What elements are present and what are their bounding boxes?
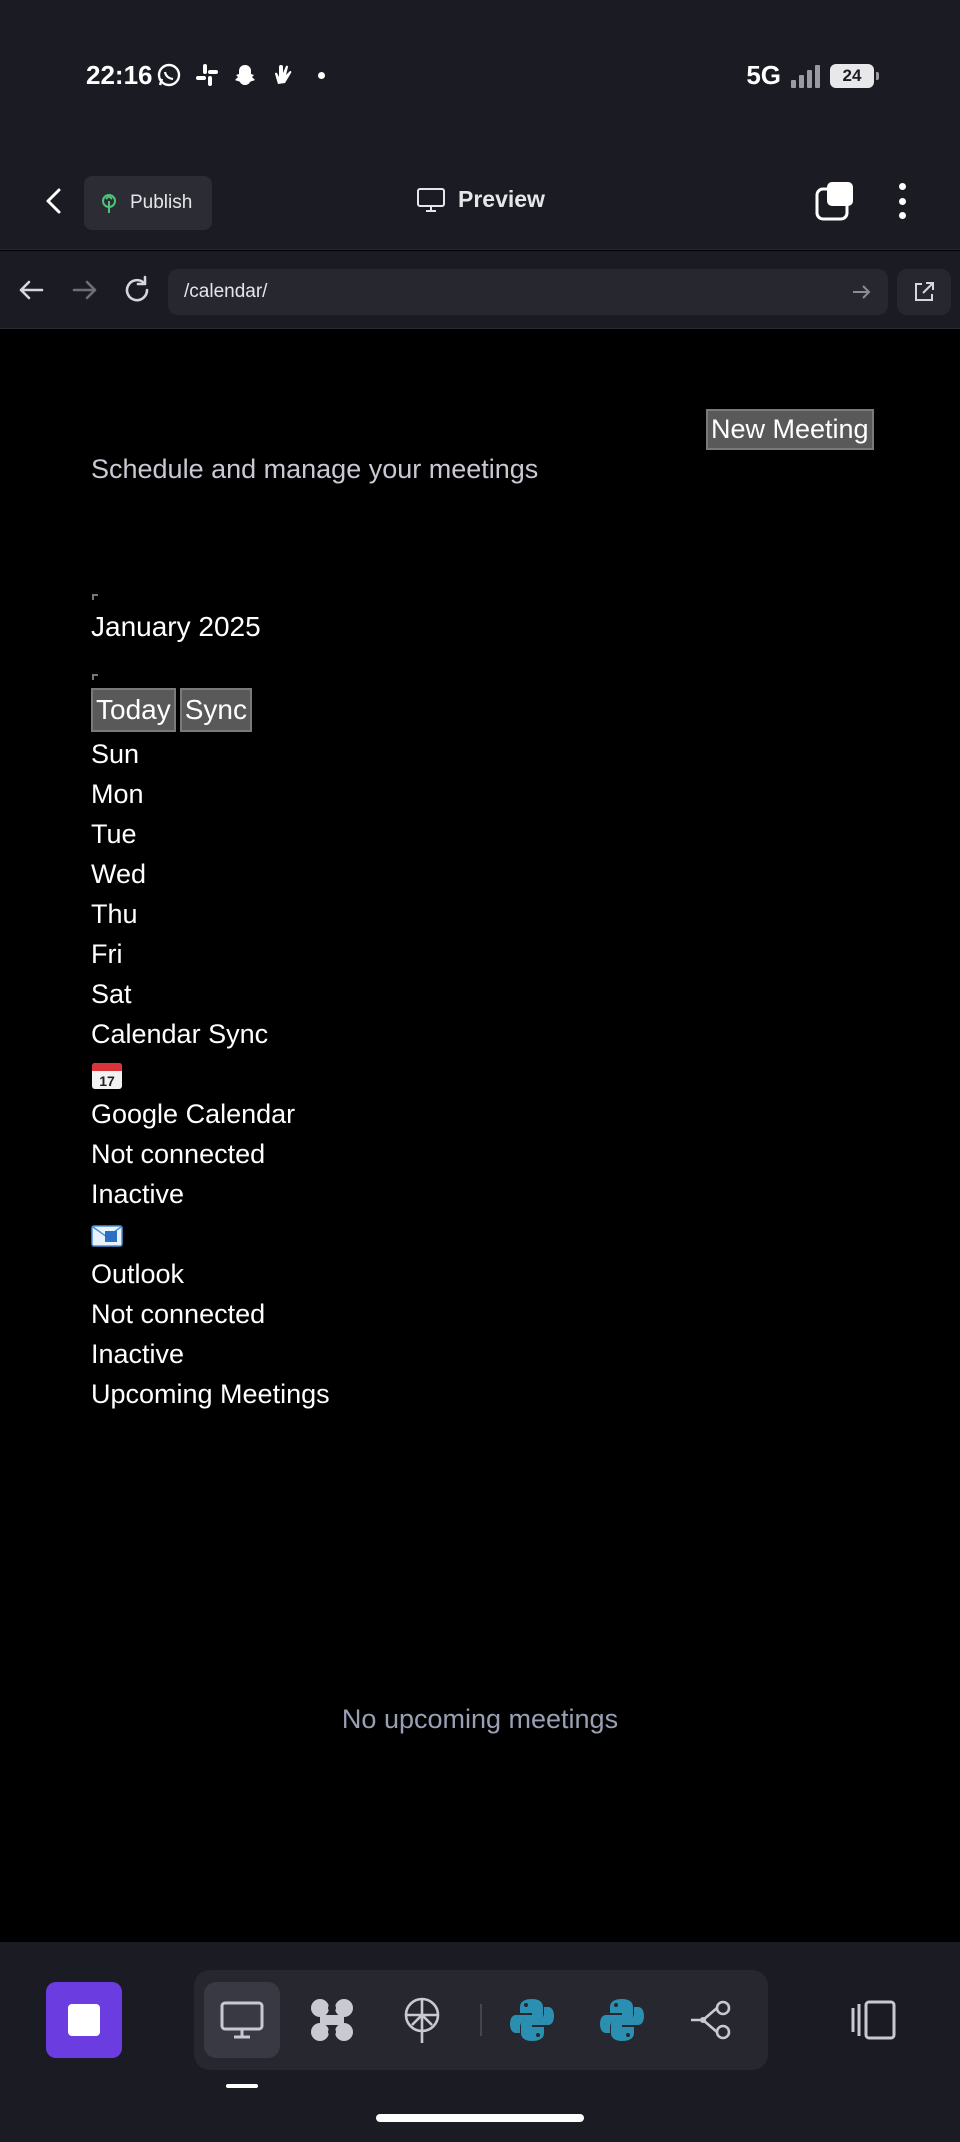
reload-icon[interactable]	[120, 273, 154, 307]
preview-toggle[interactable]: Preview	[416, 186, 545, 213]
url-text: /calendar/	[184, 281, 268, 302]
calendar-actions: Today Sync	[91, 688, 252, 732]
network-type: 5G	[746, 60, 781, 90]
sync-button[interactable]: Sync	[179, 688, 252, 732]
calendar-sync-title: Calendar Sync	[91, 1019, 269, 1049]
workflow-tool[interactable]	[674, 1982, 750, 2058]
prev-month-icon[interactable]	[92, 594, 98, 600]
weekday-thu: Thu	[91, 899, 138, 929]
preview-label: Preview	[458, 186, 545, 212]
back-icon[interactable]	[38, 184, 72, 218]
weekday-sat: Sat	[91, 979, 132, 1009]
system-indicators: 5G 24	[746, 60, 879, 91]
desktop-tool[interactable]	[204, 1982, 280, 2058]
python-tool-2[interactable]	[584, 1982, 660, 2058]
snapchat-icon	[235, 65, 255, 85]
puzzle-icon	[311, 1999, 353, 2041]
empty-state-text: No upcoming meetings	[341, 1704, 619, 1734]
stop-button[interactable]	[46, 1982, 122, 2058]
workflow-icon	[691, 2000, 731, 2040]
hand-icon	[275, 65, 292, 84]
google-calendar-status: Inactive	[91, 1179, 185, 1209]
python-tool-1[interactable]	[494, 1982, 570, 2058]
stop-icon	[68, 2004, 100, 2036]
notification-icons	[156, 62, 325, 88]
bottom-toolbar	[0, 1942, 960, 2142]
side-panel-icon[interactable]	[850, 1998, 898, 2042]
browser-forward-icon[interactable]	[68, 273, 102, 307]
calendar-icon: 17	[92, 1063, 122, 1089]
new-meeting-button[interactable]: New Meeting	[706, 409, 874, 450]
go-arrow-icon[interactable]	[850, 281, 872, 303]
publish-label: Publish	[130, 192, 193, 213]
app-header: Publish Preview	[0, 150, 960, 250]
weekday-sun: Sun	[91, 739, 140, 769]
svg-text:17: 17	[99, 1073, 115, 1089]
tabs-icon[interactable]	[814, 180, 856, 222]
more-notifications-dot	[318, 71, 325, 79]
outlook-status: Inactive	[91, 1339, 185, 1369]
monitor-icon	[220, 2001, 264, 2039]
page-subtitle: Schedule and manage your meetings	[91, 454, 539, 484]
weekday-fri: Fri	[91, 939, 123, 969]
python-icon	[600, 1999, 644, 2041]
status-bar: 22:16 5G 24	[0, 0, 960, 150]
upcoming-meetings-title: Upcoming Meetings	[91, 1379, 330, 1409]
tool-divider	[480, 2004, 482, 2036]
outlook-connection: Not connected	[91, 1299, 266, 1329]
external-link-icon	[915, 282, 934, 301]
battery-icon: 24	[830, 63, 879, 88]
today-button[interactable]: Today	[91, 688, 176, 732]
deploy-tool[interactable]	[384, 1982, 460, 2058]
slack-icon	[196, 64, 218, 86]
extensions-tool[interactable]	[294, 1982, 370, 2058]
next-month-icon[interactable]	[92, 674, 98, 680]
active-tool-indicator	[226, 2084, 258, 2088]
outlook-name: Outlook	[91, 1259, 185, 1289]
publish-button[interactable]: Publish	[84, 176, 212, 230]
weekday-wed: Wed	[91, 859, 147, 889]
page-content: New Meeting Schedule and manage your mee…	[0, 330, 960, 1942]
url-input[interactable]: /calendar/	[168, 269, 888, 315]
browser-back-icon[interactable]	[14, 273, 48, 307]
signal-icon	[791, 64, 820, 88]
email-icon	[91, 1225, 123, 1247]
url-bar: /calendar/	[0, 251, 960, 329]
google-calendar-connection: Not connected	[91, 1139, 266, 1169]
open-external-button[interactable]	[897, 269, 951, 315]
clock: 22:16	[86, 60, 153, 90]
more-menu-icon[interactable]	[888, 180, 916, 222]
weekday-mon: Mon	[91, 779, 144, 809]
weekday-tue: Tue	[91, 819, 137, 849]
month-label: January 2025	[91, 611, 261, 642]
publish-icon	[102, 194, 116, 213]
antenna-icon	[404, 1997, 440, 2043]
whatsapp-icon	[157, 63, 181, 87]
tool-group	[194, 1970, 768, 2070]
monitor-icon	[417, 187, 445, 212]
home-indicator[interactable]	[376, 2114, 584, 2122]
google-calendar-name: Google Calendar	[91, 1099, 296, 1129]
python-icon	[510, 1999, 554, 2041]
